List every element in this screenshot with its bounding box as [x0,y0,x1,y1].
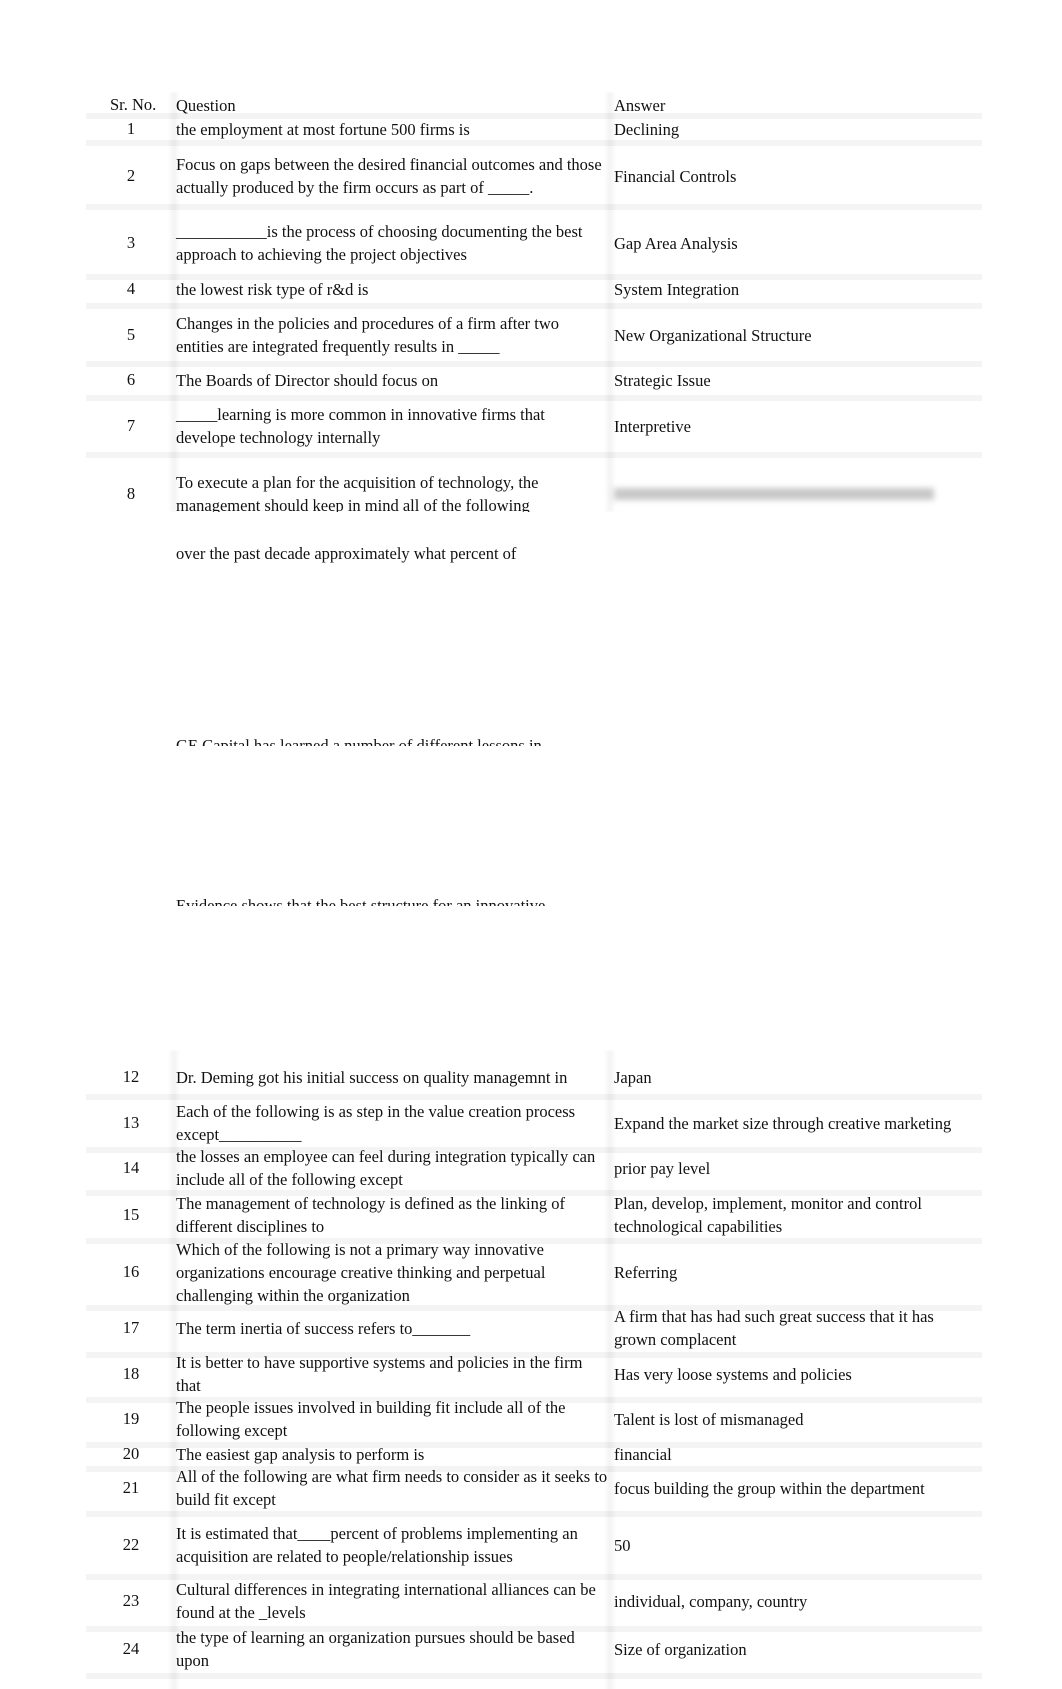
sr-cell: 4 [126,279,136,298]
table-row: 21 All of the following are what firm nee… [86,1465,982,1517]
question-cell: The easiest gap analysis to perform is [176,1444,425,1464]
table-row: 7 _____learning is more common in innovat… [86,400,982,458]
answer-cell: financial [614,1444,672,1464]
sr-cell: 24 [122,1639,140,1658]
sr-cell: 16 [122,1262,140,1281]
question-cell: The management of technology is defined … [176,1194,566,1236]
answer-cell: Has very loose systems and policies [614,1364,852,1384]
answer-cell: Referring [614,1262,678,1282]
table-row: 17 The term inertia of success refers to_… [86,1304,982,1358]
answer-cell: Talent is lost of mismanaged [614,1409,804,1429]
table-row: 24 the type of learning an organization p… [86,1625,982,1679]
answer-cell: focus building the group within the depa… [614,1478,925,1498]
table-row: The key areas to consider in the evaluat… [86,1674,982,1689]
question-cell: It is estimated that____percent of probl… [176,1524,578,1566]
answer-cell: Plan, develop, implement, monitor and co… [614,1194,922,1236]
answer-cell: Gap Area Analysis [614,233,738,253]
sr-cell: 13 [122,1113,140,1132]
table-bottom-section: 12 Dr. Deming got his initial success on … [86,1050,982,1689]
sr-cell: 3 [126,233,136,252]
table-row: 2 Focus on gaps between the desired finan… [86,148,982,210]
sr-cell: 23 [122,1591,140,1610]
question-cell: Changes in the policies and procedures o… [176,314,560,356]
qa-table-bottom: 12 Dr. Deming got his initial success on … [86,1050,982,1689]
question-cell: ___________is the process of choosing do… [176,222,583,264]
table-row: 22 It is estimated that____percent of pro… [86,1516,982,1580]
table-row: 16 Which of the following is not a primar… [86,1239,982,1311]
sr-cell: 21 [122,1478,140,1497]
question-cell: All of the following are what firm needs… [176,1467,608,1509]
table-row: 8 To execute a plan for the acquisition o… [86,464,982,512]
question-cell: Focus on gaps between the desired financ… [176,155,602,197]
sr-cell: 1 [126,119,136,138]
question-cell: The term inertia of success refers to___… [176,1318,471,1338]
answer-cell: Japan [614,1067,652,1087]
answer-cell: prior pay level [614,1158,711,1178]
table-row: 1 the employment at most fortune 500 firm… [86,118,982,146]
table-row: 12 Dr. Deming got his initial success on … [86,1060,982,1100]
table-row: 3 ___________is the process of choosing d… [86,212,982,280]
table-row: 14 the losses an employee can feel during… [86,1146,982,1196]
qa-table-top: Sr. No. Question Answer 1 the employment … [86,92,982,512]
table-row: 5 Changes in the policies and procedures … [86,309,982,367]
question-cell: _____learning is more common in innovati… [176,405,545,447]
table-row: 15 The management of technology is define… [86,1192,982,1244]
sr-cell: 7 [126,416,136,435]
question-cell: Each of the following is as step in the … [176,1102,576,1144]
header-answer: Answer [614,95,666,115]
answer-cell: New Organizational Structure [614,325,812,345]
answer-cell: Declining [614,119,680,139]
question-cell: the employment at most fortune 500 firms… [176,119,470,139]
question-cell: To execute a plan for the acquisition of… [176,473,539,512]
blurred-answer [614,483,974,506]
table-row: 23 Cultural differences in integrating in… [86,1576,982,1632]
answer-cell: individual, company, country [614,1591,808,1611]
sr-cell: 17 [122,1318,140,1337]
question-cell: Dr. Deming got his initial success on qu… [176,1067,568,1087]
sr-cell: 14 [122,1158,140,1177]
question-text-fragment: GE Capital has learned a number of diffe… [176,736,542,746]
answer-cell: Interpretive [614,416,691,436]
sr-cell: 5 [126,325,136,344]
header-question: Question [176,95,236,115]
answer-cell: Size of organization [614,1639,747,1659]
question-text-fragment: Evidence shows that the best structure f… [176,896,546,906]
sr-cell: 19 [122,1409,140,1428]
table-header: Sr. No. Question Answer [86,95,982,119]
sr-cell: 22 [122,1535,140,1554]
answer-cell: A firm that has had such great success t… [614,1307,934,1349]
question-cell: Which of the following is not a primary … [176,1239,546,1305]
sr-cell: 2 [126,166,136,185]
blurred-text [614,487,934,500]
question-cell: the lowest risk type of r&d is [176,279,369,299]
sr-cell: 18 [122,1364,140,1383]
table-top-section: Sr. No. Question Answer 1 the employment … [86,92,982,512]
question-cell: the type of learning an organization pur… [176,1628,575,1670]
question-cell: It is better to have supportive systems … [176,1353,583,1395]
answer-cell: Financial Controls [614,166,737,186]
sr-cell: 12 [122,1067,140,1086]
table-row: 4 the lowest risk type of r&d is System In… [86,275,982,309]
question-cell: The Boards of Director should focus on [176,370,439,390]
question-cell: Cultural differences in integrating inte… [176,1580,596,1622]
sr-cell: 15 [122,1205,140,1224]
question-cell: the losses an employee can feel during i… [176,1147,596,1189]
answer-cell: System Integration [614,279,740,299]
question-cell: The people issues involved in building f… [176,1398,566,1440]
sr-cell: 20 [122,1444,140,1463]
answer-cell: 50 [614,1535,631,1555]
sr-cell: 8 [126,484,136,503]
answer-cell: Strategic Issue [614,370,711,390]
table-row: 19 The people issues involved in building… [86,1396,982,1448]
sr-cell: 6 [126,370,136,389]
table-row: 6 The Boards of Director should focus on S… [86,365,982,401]
answer-cell: Expand the market size through creative … [614,1113,952,1133]
question-text-fragment: over the past decade approximately what … [176,544,517,563]
header-sr-no: Sr. No. [110,95,157,114]
